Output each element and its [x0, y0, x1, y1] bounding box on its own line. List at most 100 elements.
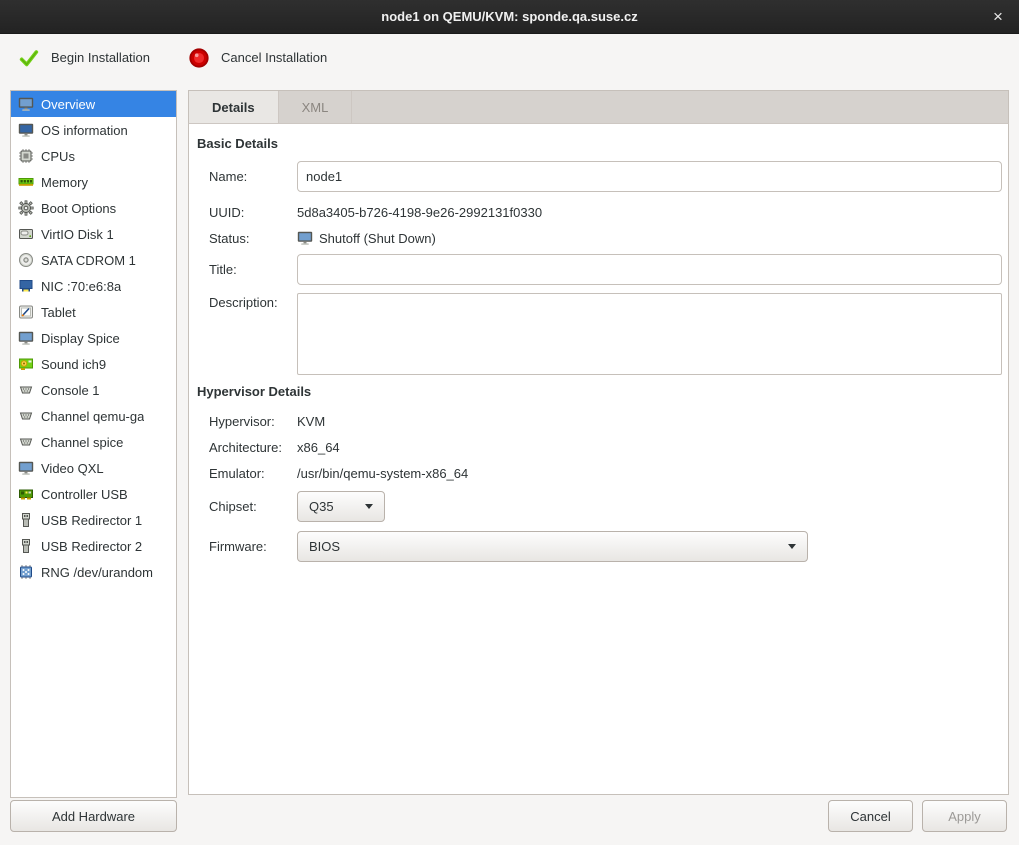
sidebar-item-label: Console 1	[41, 383, 100, 398]
sidebar-item-label: RNG /dev/urandom	[41, 565, 153, 580]
chipset-value: Q35	[309, 499, 334, 514]
sidebar-item-video-qxl[interactable]: Video QXL	[11, 455, 176, 481]
sidebar-item-label: OS information	[41, 123, 128, 138]
title-row: Title:	[209, 254, 1002, 285]
name-row: Name:	[209, 161, 1002, 192]
sidebar-item-label: Tablet	[41, 305, 76, 320]
sidebar-item-label: USB Redirector 1	[41, 513, 142, 528]
uuid-label: UUID:	[209, 205, 297, 220]
emulator-value: /usr/bin/qemu-system-x86_64	[297, 466, 1002, 481]
usb-redirector-icon	[18, 512, 34, 528]
sidebar-item-label: Boot Options	[41, 201, 116, 216]
sidebar-item-controller-usb[interactable]: Controller USB	[11, 481, 176, 507]
architecture-value: x86_64	[297, 440, 1002, 455]
sidebar-item-label: Display Spice	[41, 331, 120, 346]
architecture-label: Architecture:	[209, 440, 297, 455]
apply-button[interactable]: Apply	[922, 800, 1007, 832]
add-hardware-button[interactable]: Add Hardware	[10, 800, 177, 832]
sidebar-item-label: Channel qemu-ga	[41, 409, 144, 424]
hypervisor-label: Hypervisor:	[209, 414, 297, 429]
tab-bar: DetailsXML	[188, 90, 1009, 123]
hardware-list: Overview OS information CPUs Memory Boot Opt…	[10, 90, 177, 798]
sidebar-item-label: SATA CDROM 1	[41, 253, 136, 268]
title-label: Title:	[209, 262, 297, 277]
architecture-row: Architecture: x86_64	[209, 435, 1002, 459]
emulator-label: Emulator:	[209, 466, 297, 481]
firmware-value: BIOS	[309, 539, 340, 554]
status-monitor-icon	[297, 230, 313, 246]
video-icon	[18, 460, 34, 476]
sidebar-item-display-spice[interactable]: Display Spice	[11, 325, 176, 351]
status-row: Status: Shutoff (Shut Down)	[209, 226, 1002, 250]
tab-xml[interactable]: XML	[279, 91, 353, 123]
os-information-icon	[18, 122, 34, 138]
sidebar-item-memory[interactable]: Memory	[11, 169, 176, 195]
rng-icon	[18, 564, 34, 580]
sidebar-item-tablet[interactable]: Tablet	[11, 299, 176, 325]
hypervisor-details-heading: Hypervisor Details	[197, 384, 1004, 399]
disk-icon	[18, 226, 34, 242]
title-input[interactable]	[297, 254, 1002, 285]
chipset-row: Chipset: Q35	[209, 491, 1002, 522]
sidebar-item-label: CPUs	[41, 149, 75, 164]
cancel-button[interactable]: Cancel	[828, 800, 913, 832]
toolbar: Begin Installation Cancel Installation	[0, 35, 1019, 80]
cancel-stop-icon	[188, 47, 210, 69]
sidebar-item-os-information[interactable]: OS information	[11, 117, 176, 143]
chevron-down-icon	[365, 504, 373, 509]
begin-check-icon	[18, 47, 40, 69]
hypervisor-value: KVM	[297, 414, 1002, 429]
boot-options-icon	[18, 200, 34, 216]
sidebar-item-overview[interactable]: Overview	[11, 91, 176, 117]
status-label: Status:	[209, 231, 297, 246]
sidebar-item-usb-redirector-1[interactable]: USB Redirector 1	[11, 507, 176, 533]
sidebar-item-label: NIC :70:e6:8a	[41, 279, 121, 294]
sidebar-item-usb-redirector-2[interactable]: USB Redirector 2	[11, 533, 176, 559]
sidebar-item-sata-cdrom-1[interactable]: SATA CDROM 1	[11, 247, 176, 273]
tab-details[interactable]: Details	[189, 91, 279, 123]
begin-installation-label: Begin Installation	[51, 50, 150, 65]
window-title: node1 on QEMU/KVM: sponde.qa.suse.cz	[381, 9, 637, 24]
sidebar-item-cpus[interactable]: CPUs	[11, 143, 176, 169]
memory-icon	[18, 174, 34, 190]
cpu-icon	[18, 148, 34, 164]
sidebar-item-console-1[interactable]: Console 1	[11, 377, 176, 403]
sidebar-item-sound-ich9[interactable]: Sound ich9	[11, 351, 176, 377]
titlebar: node1 on QEMU/KVM: sponde.qa.suse.cz ×	[0, 0, 1019, 34]
controller-usb-icon	[18, 486, 34, 502]
begin-installation-button[interactable]: Begin Installation	[6, 40, 162, 76]
sound-icon	[18, 356, 34, 372]
sidebar-item-nic-70-e6-8a[interactable]: NIC :70:e6:8a	[11, 273, 176, 299]
console-icon	[18, 382, 34, 398]
cancel-installation-label: Cancel Installation	[221, 50, 327, 65]
chevron-down-icon	[788, 544, 796, 549]
firmware-label: Firmware:	[209, 539, 297, 554]
display-icon	[18, 330, 34, 346]
cancel-installation-button[interactable]: Cancel Installation	[176, 40, 339, 76]
description-input[interactable]	[297, 293, 1002, 375]
chipset-label: Chipset:	[209, 499, 297, 514]
uuid-value: 5d8a3405-b726-4198-9e26-2992131f0330	[297, 205, 1002, 220]
uuid-row: UUID: 5d8a3405-b726-4198-9e26-2992131f03…	[209, 200, 1002, 224]
sidebar-item-label: Memory	[41, 175, 88, 190]
sidebar-item-rng-dev-urandom[interactable]: RNG /dev/urandom	[11, 559, 176, 585]
close-icon[interactable]: ×	[985, 4, 1011, 30]
firmware-row: Firmware: BIOS	[209, 531, 1002, 562]
basic-details-heading: Basic Details	[197, 136, 1004, 151]
firmware-dropdown[interactable]: BIOS	[297, 531, 808, 562]
channel-icon	[18, 408, 34, 424]
sidebar-item-virtio-disk-1[interactable]: VirtIO Disk 1	[11, 221, 176, 247]
chipset-dropdown[interactable]: Q35	[297, 491, 385, 522]
name-input[interactable]	[297, 161, 1002, 192]
sidebar-item-label: Controller USB	[41, 487, 128, 502]
sidebar-item-channel-spice[interactable]: Channel spice	[11, 429, 176, 455]
sidebar-item-boot-options[interactable]: Boot Options	[11, 195, 176, 221]
usb-redirector-icon	[18, 538, 34, 554]
sidebar-item-label: Channel spice	[41, 435, 123, 450]
overview-monitor-icon	[18, 96, 34, 112]
details-panel: Basic Details Name: UUID: 5d8a3405-b726-…	[188, 123, 1009, 795]
nic-icon	[18, 278, 34, 294]
sidebar-item-channel-qemu-ga[interactable]: Channel qemu-ga	[11, 403, 176, 429]
sidebar-item-label: Video QXL	[41, 461, 104, 476]
sidebar-item-label: Overview	[41, 97, 95, 112]
